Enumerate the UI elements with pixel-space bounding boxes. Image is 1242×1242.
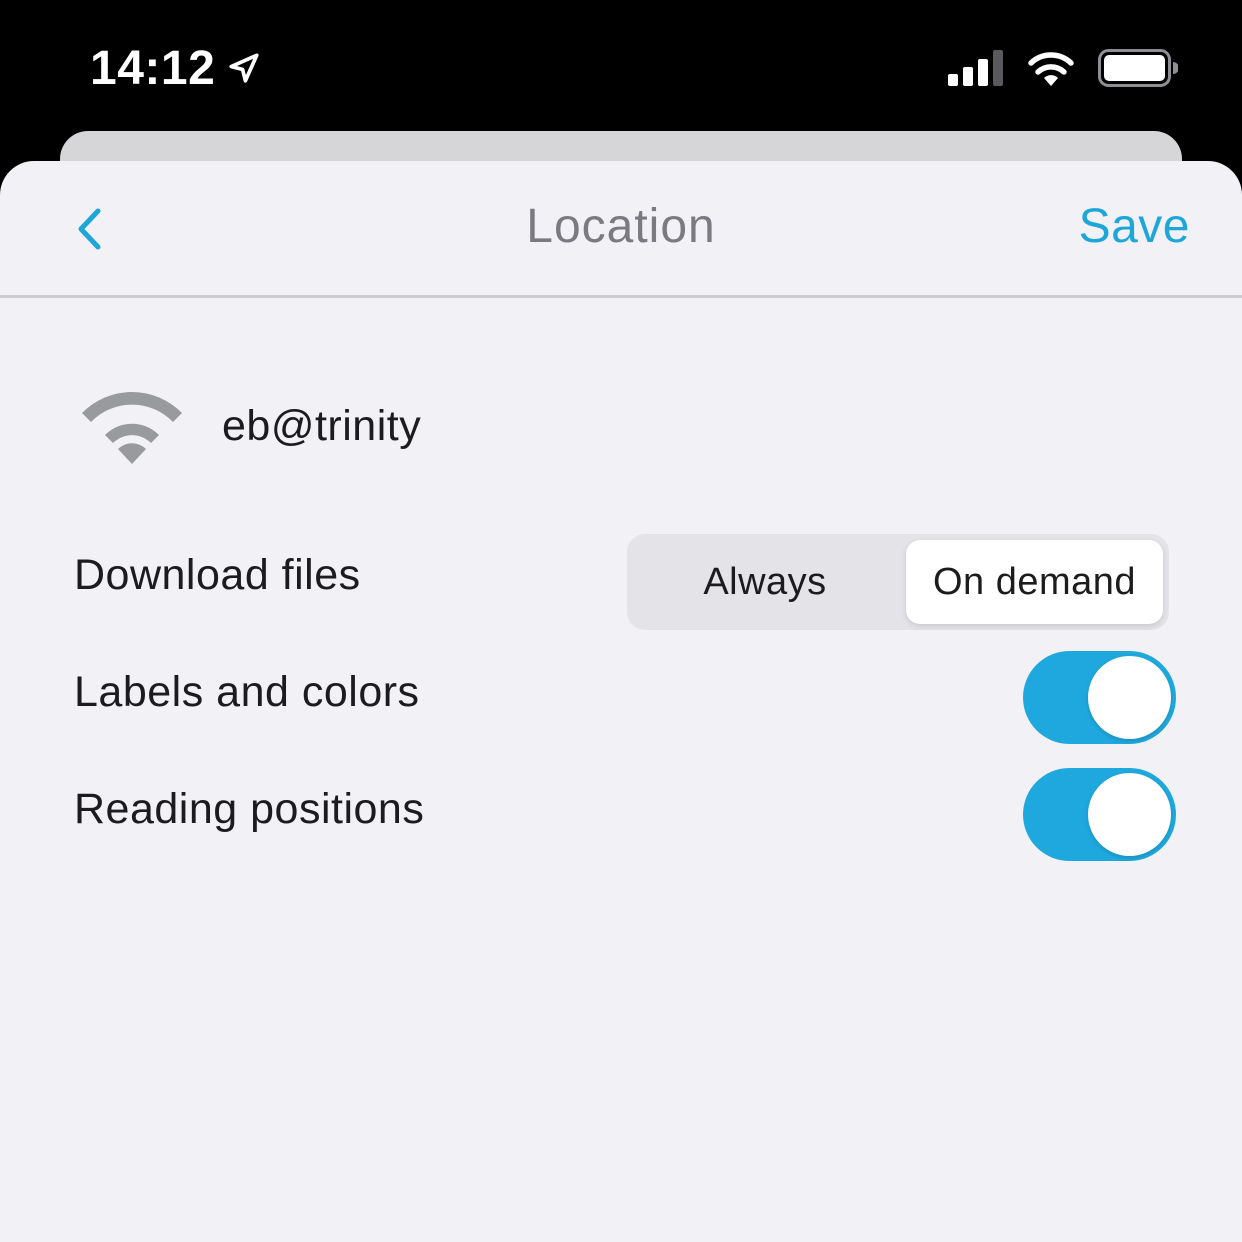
save-button[interactable]: Save [1079, 199, 1190, 254]
status-bar-icons [948, 46, 1178, 90]
reading-positions-label: Reading positions [74, 785, 425, 833]
segment-always[interactable]: Always [627, 534, 903, 630]
location-sheet: Location Save eb@trinity Download files … [0, 161, 1242, 1242]
page-title: Location [526, 200, 716, 253]
time-text: 14:12 [90, 41, 216, 95]
download-files-label: Download files [74, 551, 361, 599]
reading-positions-toggle[interactable] [1023, 768, 1176, 861]
labels-and-colors-label: Labels and colors [74, 668, 420, 716]
segment-on-demand[interactable]: On demand [906, 540, 1163, 624]
location-arrow-icon [229, 53, 259, 83]
wifi-icon [1028, 52, 1074, 86]
navigation-bar: Location Save [0, 161, 1242, 298]
account-row: eb@trinity [78, 386, 421, 466]
download-files-segmented-control: Always On demand [627, 534, 1169, 630]
screen: 14:12 Location Save eb@trinity Download … [0, 0, 1242, 1242]
toggle-knob [1088, 773, 1171, 856]
wifi-icon [82, 391, 182, 464]
status-bar-time: 14:12 [90, 40, 261, 96]
toggle-knob [1088, 656, 1171, 739]
battery-icon [1098, 49, 1178, 87]
cellular-signal-icon [948, 50, 1003, 86]
labels-and-colors-toggle[interactable] [1023, 651, 1176, 744]
account-name: eb@trinity [222, 401, 422, 450]
